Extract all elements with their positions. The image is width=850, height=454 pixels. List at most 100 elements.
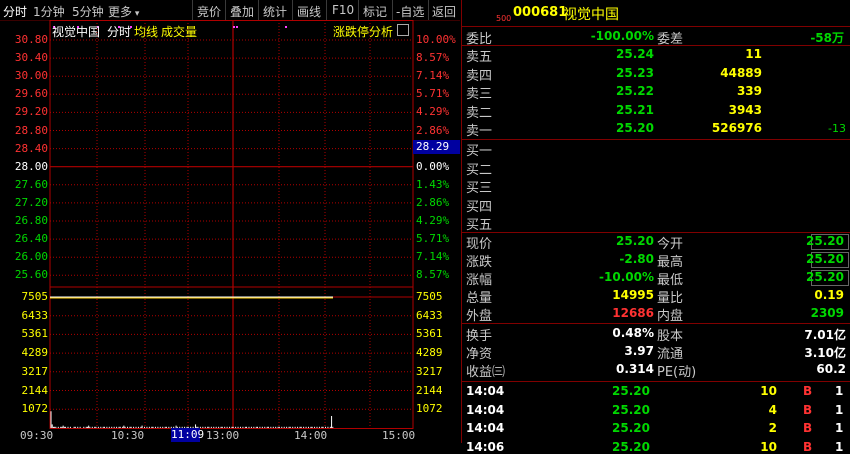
pe-value: 60.2 <box>816 362 846 376</box>
jingjia-button[interactable]: 竞价 <box>197 3 221 20</box>
ask-price: 25.24 <box>616 47 654 61</box>
tick-volume: 4 <box>768 402 777 417</box>
pct-axis-label: 5.71% <box>416 232 450 246</box>
x-tick-1030: 10:30 <box>111 429 145 442</box>
tongji-button[interactable]: 统计 <box>263 3 287 20</box>
liangbi-value: 0.19 <box>814 288 844 302</box>
back-button[interactable]: 返回 <box>432 3 456 20</box>
ask-price: 25.23 <box>616 65 654 80</box>
liangbi-label: 量比 <box>657 291 684 306</box>
weibi-value: -100.00% <box>590 29 654 43</box>
diejia-button[interactable]: 叠加 <box>230 3 254 20</box>
tick-count: 1 <box>835 402 844 417</box>
shouyi-value: 0.314 <box>616 362 654 376</box>
legend-junxian: 均线 <box>134 25 159 39</box>
pct-axis-label: 5.71% <box>416 87 450 101</box>
more-label: 更多 <box>108 5 133 19</box>
ask-level-label: 卖三 <box>466 87 493 102</box>
pct-axis-label: 2.86% <box>416 123 450 137</box>
tick-price: 25.20 <box>612 439 650 454</box>
event-marker <box>236 26 238 28</box>
ask-volume: 11 <box>745 47 762 61</box>
tick-price: 25.20 <box>612 402 650 417</box>
liutong-label: 流通 <box>657 347 684 362</box>
zhangdie-label: 涨跌 <box>466 255 493 270</box>
pct-axis-label: 1.43% <box>416 177 450 191</box>
code-prefix: 500 <box>496 14 512 23</box>
x-tick-0930: 09:30 <box>20 429 54 442</box>
tick-price: 25.20 <box>612 421 650 435</box>
biaoji-button[interactable]: 标记 <box>363 3 387 20</box>
tab-fenshi[interactable]: 分时 <box>3 3 27 20</box>
intraday-chart[interactable] <box>0 20 460 443</box>
zhangdie-value: -2.80 <box>619 252 654 266</box>
window-toggle-icon[interactable] <box>397 24 409 36</box>
price-axis-label: 28.40 <box>14 141 48 155</box>
jingzi-label: 净资 <box>466 347 493 362</box>
ask-volume: 339 <box>736 84 762 98</box>
tick-count: 1 <box>835 384 844 398</box>
pct-axis-label: 7.14% <box>416 250 450 264</box>
volume-axis-label: 7505 <box>21 290 49 303</box>
chart-grid <box>49 20 414 429</box>
tick-time: 14:04 <box>466 421 505 435</box>
price-axis-label: 30.80 <box>14 33 48 46</box>
volume-axis-label: 3217 <box>21 364 49 378</box>
zhangfu-value: -10.00% <box>599 270 654 284</box>
ask-price: 25.21 <box>616 102 654 117</box>
volume-axis-label: 3217 <box>416 364 443 378</box>
huaxian-button[interactable]: 画线 <box>297 3 321 20</box>
volume-axis-label: 7505 <box>416 290 443 303</box>
bid-level-label: 买一 <box>466 144 493 159</box>
x-tick-1500: 15:00 <box>382 429 416 442</box>
guben-value: 7.01亿 <box>804 328 846 342</box>
pct-axis-label: 0.00% <box>416 159 450 173</box>
tick-price: 25.20 <box>612 384 650 398</box>
price-axis-label: 28.00 <box>14 159 48 173</box>
chart-toolbar: 分时 1分钟 5分钟 更多 ▾ 竞价 叠加 统计 画线 F10 标记 -自选 返… <box>0 0 460 21</box>
limit-analysis-button[interactable]: 涨跌停分析 <box>333 23 393 40</box>
zuidi-label: 最低 <box>657 273 684 288</box>
event-marker <box>233 26 235 28</box>
chart-stock-name: 视觉中国 <box>52 25 101 39</box>
pe-label: PE(动) <box>657 365 697 380</box>
liutong-value: 3.10亿 <box>804 346 846 360</box>
price-axis-label: 26.00 <box>14 250 48 264</box>
pct-axis-label: 4.29% <box>416 105 450 119</box>
zongliang-value: 14995 <box>612 288 654 302</box>
bid-level-label: 买五 <box>466 218 493 233</box>
tick-side: B <box>803 384 813 398</box>
bid-level-label: 买二 <box>466 162 493 178</box>
tab-5min[interactable]: 5分钟 <box>72 3 104 20</box>
weicha-value: -58万 <box>810 31 844 45</box>
price-axis-label: 30.40 <box>14 51 48 65</box>
tab-1min[interactable]: 1分钟 <box>33 3 65 20</box>
more-menu-button[interactable]: 更多 ▾ <box>108 3 139 20</box>
guben-label: 股本 <box>657 329 684 344</box>
volume-axis-label: 2144 <box>21 383 49 397</box>
f10-button[interactable]: F10 <box>332 3 354 17</box>
waipan-value: 12686 <box>612 306 654 320</box>
stock-code: 000681 <box>513 5 568 20</box>
ask-volume: 526976 <box>711 121 762 135</box>
zongliang-label: 总量 <box>466 291 493 306</box>
tick-time: 14:06 <box>466 439 505 454</box>
event-marker <box>285 26 287 28</box>
zuigao-label: 最高 <box>657 255 684 270</box>
quote-panel: 500 000681 视觉中国 委比 -100.00% 委差 -58万 卖五 25… <box>461 0 850 454</box>
ask-level-label: 卖一 <box>466 124 493 139</box>
zuigao-value: 25.20 <box>806 252 844 266</box>
pct-axis-label: 4.29% <box>416 214 450 227</box>
tick-side: B <box>803 439 813 454</box>
ask-level-label: 卖二 <box>466 105 493 121</box>
neipan-label: 内盘 <box>657 309 684 324</box>
zhangfu-label: 涨幅 <box>466 273 493 288</box>
price-axis-label: 29.60 <box>14 87 48 101</box>
zixuan-button[interactable]: -自选 <box>396 3 424 20</box>
volume-axis-label: 2144 <box>416 383 443 397</box>
bid-level-label: 买三 <box>466 181 493 196</box>
ask-level-label: 卖五 <box>466 50 493 65</box>
legend-volume: 成交量 <box>161 25 198 39</box>
chevron-down-icon: ▾ <box>132 9 140 19</box>
jinkai-label: 今开 <box>657 237 684 252</box>
